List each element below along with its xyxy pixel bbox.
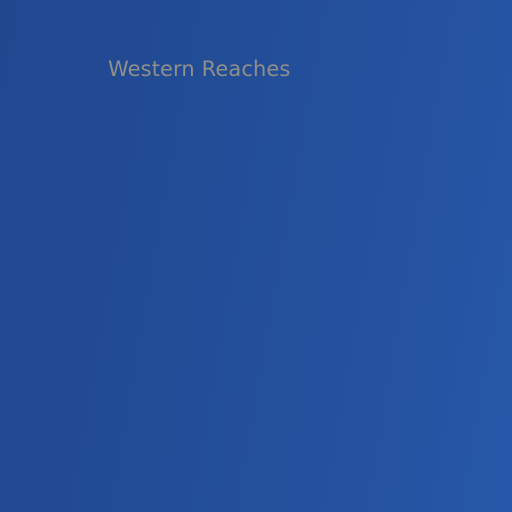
region-label: Western Reaches [108,57,291,81]
map-canvas[interactable]: Western Reaches [0,0,512,512]
